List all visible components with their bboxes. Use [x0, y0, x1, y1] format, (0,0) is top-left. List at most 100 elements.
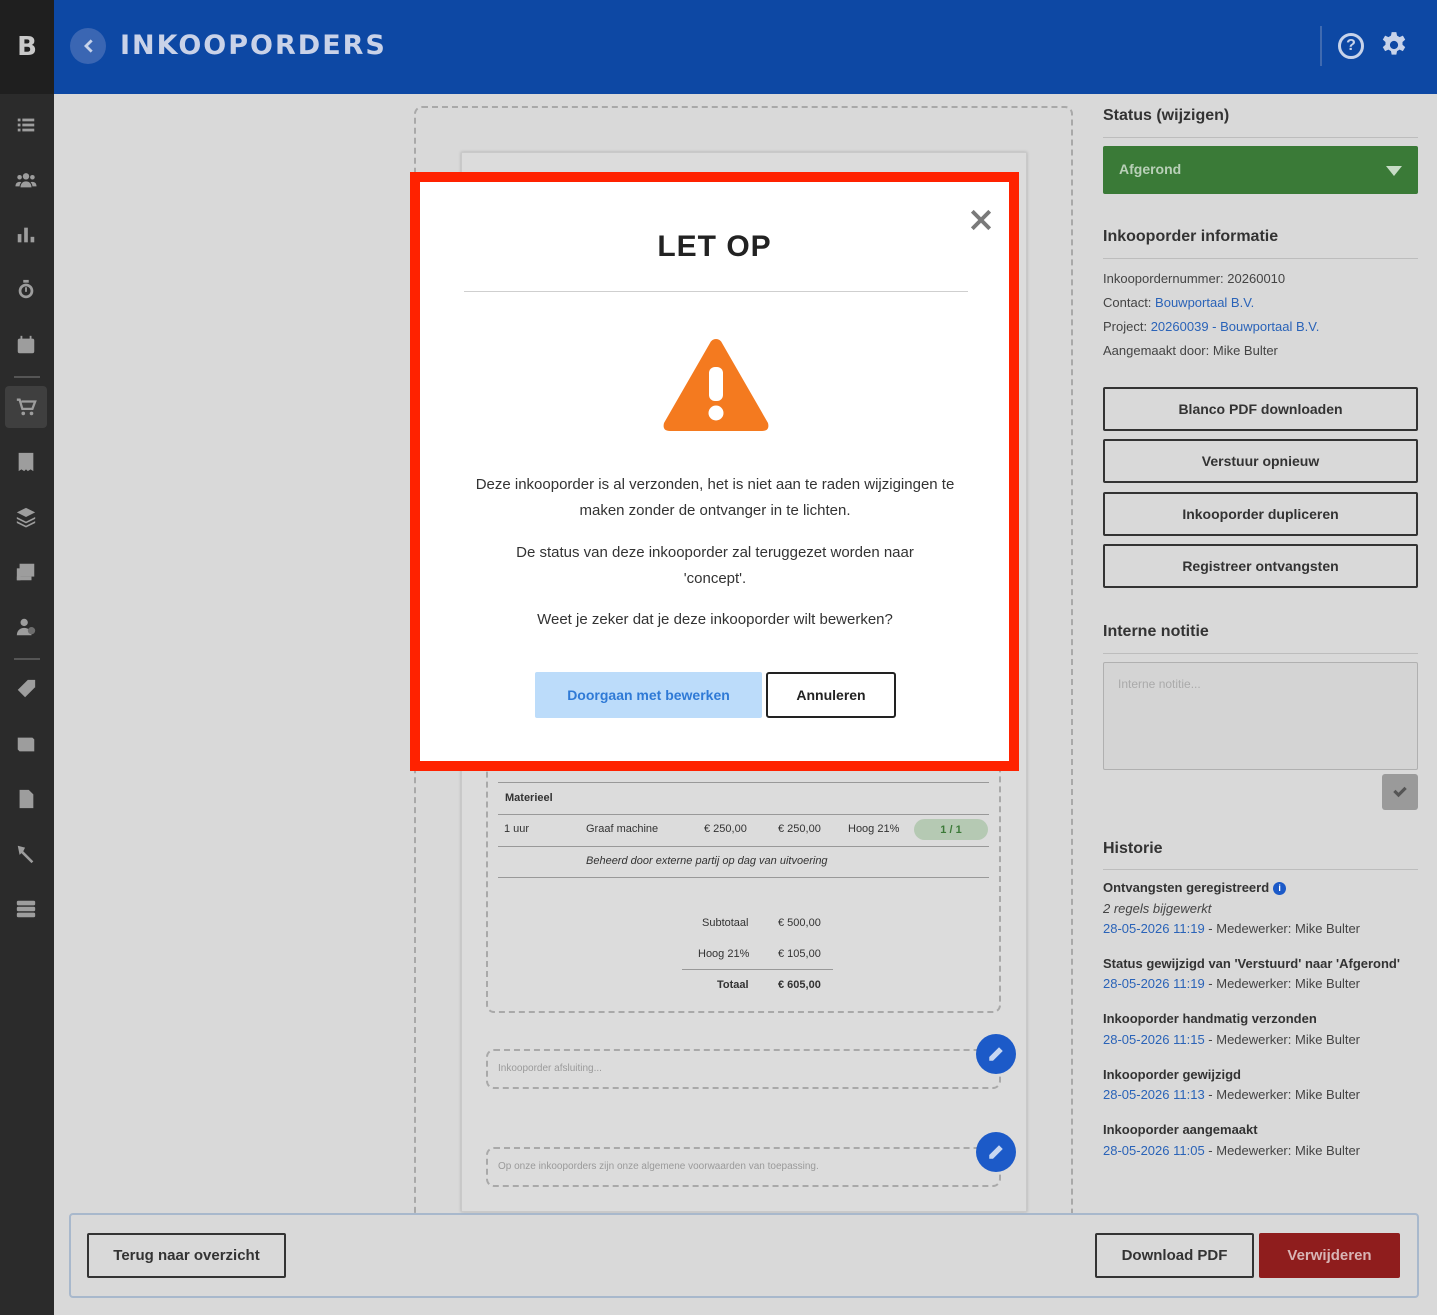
received-badge: 1 / 1 [914, 819, 988, 840]
status-value: Afgerond [1119, 161, 1182, 177]
internal-note-input[interactable] [1103, 662, 1418, 770]
tools-icon[interactable] [5, 833, 47, 875]
save-note-button[interactable] [1382, 774, 1418, 810]
pencil-icon [989, 1047, 1003, 1061]
table-divider [498, 877, 989, 878]
history-item-meta: 28-05-2026 11:19 - Medewerker: Mike Bult… [1103, 976, 1361, 991]
total-label: Totaal [717, 979, 749, 991]
blank-pdf-button[interactable]: Blanco PDF downloaden [1103, 387, 1418, 431]
modal-paragraph: De status van deze inkooporder zal terug… [516, 544, 914, 587]
sidebar-divider [14, 376, 40, 378]
sidebar-divider [14, 658, 40, 660]
users-icon[interactable] [5, 159, 47, 201]
closing-text-box[interactable]: Inkooporder afsluiting... [486, 1049, 1001, 1089]
server-icon[interactable] [5, 888, 47, 930]
history-item-title: Inkooporder aangemaakt [1103, 1122, 1258, 1137]
tag-icon[interactable] [5, 668, 47, 710]
status-heading: Status (wijzigen) [1103, 107, 1230, 124]
history-item-meta: 28-05-2026 11:19 - Medewerker: Mike Bult… [1103, 921, 1361, 936]
top-bar: INKOOPORDERS ? [54, 0, 1437, 94]
cancel-button[interactable]: Annuleren [766, 672, 896, 718]
stopwatch-icon[interactable] [5, 269, 47, 311]
modal-question: Weet je zeker dat je deze inkooporder wi… [537, 611, 893, 628]
list-icon[interactable] [5, 104, 47, 146]
line-price: € 250,00 [704, 823, 747, 835]
check-icon [1393, 786, 1407, 798]
download-pdf-button[interactable]: Download PDF [1095, 1233, 1254, 1278]
section-divider [1103, 869, 1418, 870]
table-divider [498, 782, 989, 783]
section-divider [1103, 258, 1418, 259]
vat-value: € 105,00 [778, 948, 821, 960]
subtotal-value: € 500,00 [778, 917, 821, 929]
terms-text-box[interactable]: Op onze inkooporders zijn onze algemene … [486, 1147, 1001, 1187]
history-date-link[interactable]: 28-05-2026 11:15 [1103, 1032, 1205, 1047]
info-heading: Inkooporder informatie [1103, 228, 1279, 245]
modal-divider [464, 291, 968, 292]
section-header: Materieel [505, 792, 553, 804]
line-vat: Hoog 21% [848, 823, 900, 835]
modal-paragraph: Deze inkooporder is al verzonden, het is… [475, 476, 955, 519]
line-note: Beheerd door externe partij op dag van u… [586, 855, 828, 867]
history-item-sub: 2 regels bijgewerkt [1103, 901, 1212, 916]
app-logo[interactable]: B [0, 0, 54, 94]
history-item-meta: 28-05-2026 11:13 - Medewerker: Mike Bult… [1103, 1087, 1361, 1102]
subtotal-label: Subtotaal [702, 917, 749, 929]
status-select[interactable]: Afgerond [1103, 146, 1418, 194]
history-heading: Historie [1103, 840, 1163, 857]
file-plus-icon[interactable] [5, 778, 47, 820]
line-total: € 250,00 [778, 823, 821, 835]
line-qty: 1 uur [504, 823, 530, 835]
chart-icon[interactable] [5, 214, 47, 256]
edit-closing-button[interactable] [976, 1034, 1016, 1074]
invoice-icon[interactable] [5, 551, 47, 593]
header-divider [1320, 26, 1322, 66]
note-heading: Interne notitie [1103, 623, 1209, 640]
receipt-icon[interactable] [5, 441, 47, 483]
history-date-link[interactable]: 28-05-2026 11:19 [1103, 976, 1205, 991]
chevron-down-icon [1386, 166, 1402, 176]
pencil-icon [989, 1145, 1003, 1159]
layers-icon[interactable] [5, 496, 47, 538]
section-divider [1103, 653, 1418, 654]
history-item-title: Status gewijzigd van 'Verstuurd' naar 'A… [1103, 956, 1400, 971]
history-date-link[interactable]: 28-05-2026 11:19 [1103, 921, 1205, 936]
close-icon [970, 209, 992, 231]
duplicate-button[interactable]: Inkooporder dupliceren [1103, 492, 1418, 536]
sidebar: B [0, 0, 54, 1315]
gear-icon[interactable] [1380, 31, 1408, 59]
user-settings-icon[interactable] [5, 606, 47, 648]
resend-button[interactable]: Verstuur opnieuw [1103, 439, 1418, 483]
modal-title: LET OP [657, 230, 772, 263]
back-to-overview-button[interactable]: Terug naar overzicht [87, 1233, 286, 1278]
history-date-link[interactable]: 28-05-2026 11:05 [1103, 1143, 1205, 1158]
chevron-left-icon [84, 39, 93, 53]
calendar-icon[interactable] [5, 324, 47, 366]
contact-link[interactable]: Bouwportaal B.V. [1155, 295, 1254, 310]
help-icon[interactable]: ? [1338, 33, 1364, 59]
delete-button[interactable]: Verwijderen [1259, 1233, 1400, 1278]
history-item-title: Inkooporder gewijzigd [1103, 1067, 1241, 1082]
continue-editing-button[interactable]: Doorgaan met bewerken [535, 672, 762, 718]
history-item-meta: 28-05-2026 11:15 - Medewerker: Mike Bult… [1103, 1032, 1361, 1047]
book-icon[interactable] [5, 723, 47, 765]
table-divider [498, 814, 989, 815]
register-receipts-button[interactable]: Registreer ontvangsten [1103, 544, 1418, 588]
closing-placeholder: Inkooporder afsluiting... [498, 1063, 602, 1074]
history-item-meta: 28-05-2026 11:05 - Medewerker: Mike Bult… [1103, 1143, 1361, 1158]
edit-terms-button[interactable] [976, 1132, 1016, 1172]
project-line: Project: 20260039 - Bouwportaal B.V. [1103, 319, 1320, 334]
info-icon[interactable]: i [1273, 882, 1287, 895]
order-number-line: Inkoopordernummer: 20260010 [1103, 271, 1286, 286]
contact-line: Contact: Bouwportaal B.V. [1103, 295, 1255, 310]
total-value: € 605,00 [778, 979, 821, 991]
section-divider [1103, 137, 1418, 138]
cart-icon[interactable] [5, 386, 47, 428]
history-date-link[interactable]: 28-05-2026 11:13 [1103, 1087, 1205, 1102]
page-title: INKOOPORDERS [120, 30, 387, 61]
warning-icon [663, 339, 769, 431]
created-by: Mike Bulter [1212, 343, 1278, 358]
back-button[interactable] [70, 28, 106, 64]
history-item-title: Inkooporder handmatig verzonden [1103, 1011, 1317, 1026]
project-link[interactable]: 20260039 - Bouwportaal B.V. [1151, 319, 1320, 334]
